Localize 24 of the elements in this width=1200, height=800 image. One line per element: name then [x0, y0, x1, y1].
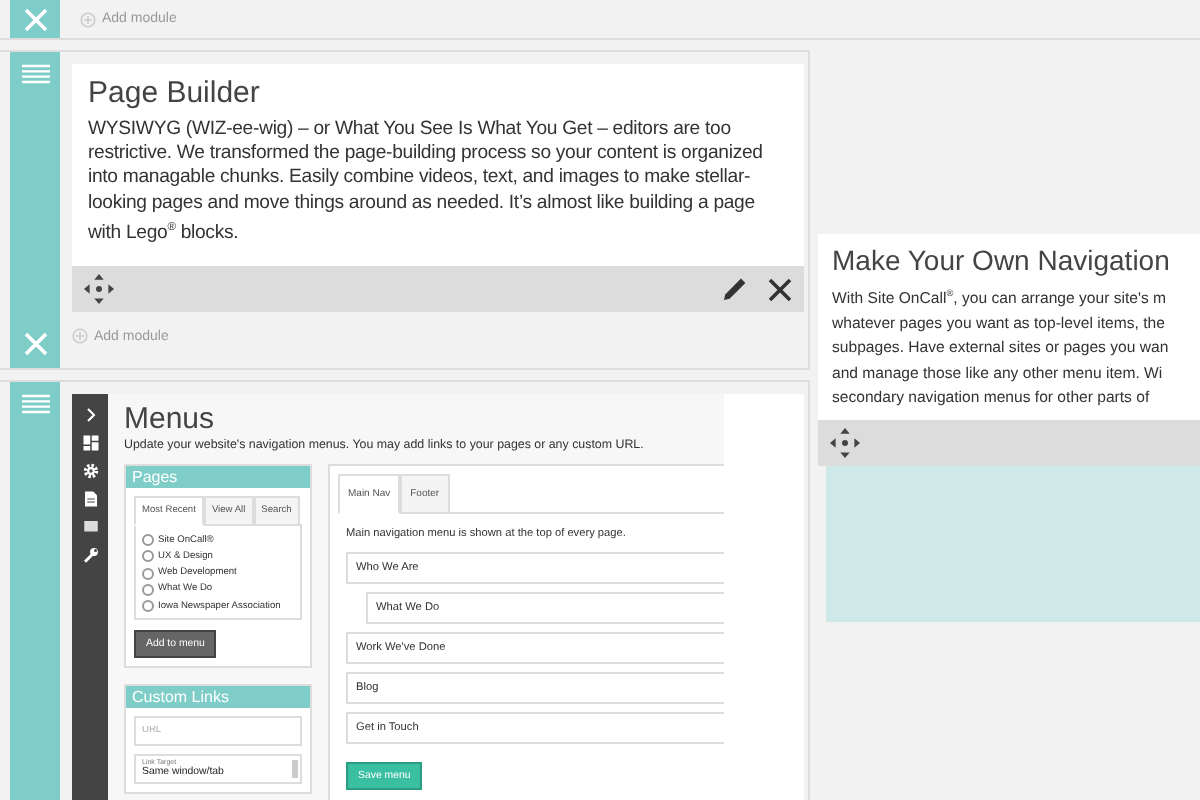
checkbox[interactable]	[142, 583, 154, 596]
checkbox[interactable]	[142, 534, 154, 547]
document-icon[interactable]	[81, 490, 99, 509]
dashboard-icon[interactable]	[81, 434, 99, 453]
module-text: WYSIWYG (WIZ-ee-wig) – or What You See Is What You Get – editors are too restrictive. We transformed the page-building process so your content is organized into managable chunks. Easily combine videos, text, and images to make stellar-looking pages and move things around as needed. It’s almost like building a page with Lego$^{®}$ blocks.	[88, 118, 765, 247]
add-icon	[72, 328, 88, 345]
checkbox[interactable]	[142, 567, 154, 580]
checkbox[interactable]	[142, 550, 154, 563]
chevron-icon[interactable]	[81, 406, 99, 425]
drag-handle-icon[interactable]	[21, 64, 49, 84]
drag-handle-icon[interactable]	[21, 394, 49, 415]
move-icon[interactable]	[830, 427, 860, 458]
checkbox[interactable]	[142, 600, 154, 613]
page-title: Menus	[124, 402, 217, 437]
module-title: Make Your Own Navigation	[832, 244, 1172, 276]
wrench-icon[interactable]	[81, 546, 99, 565]
module-title: Page Builder	[88, 76, 262, 110]
move-icon[interactable]	[84, 274, 114, 305]
close-icon[interactable]	[768, 277, 792, 302]
panel-header: Custom Links	[126, 686, 310, 709]
panel-header: Pages	[126, 466, 310, 489]
add-icon	[80, 11, 96, 27]
settings-icon[interactable]	[81, 462, 99, 481]
edit-icon[interactable]	[722, 276, 748, 303]
